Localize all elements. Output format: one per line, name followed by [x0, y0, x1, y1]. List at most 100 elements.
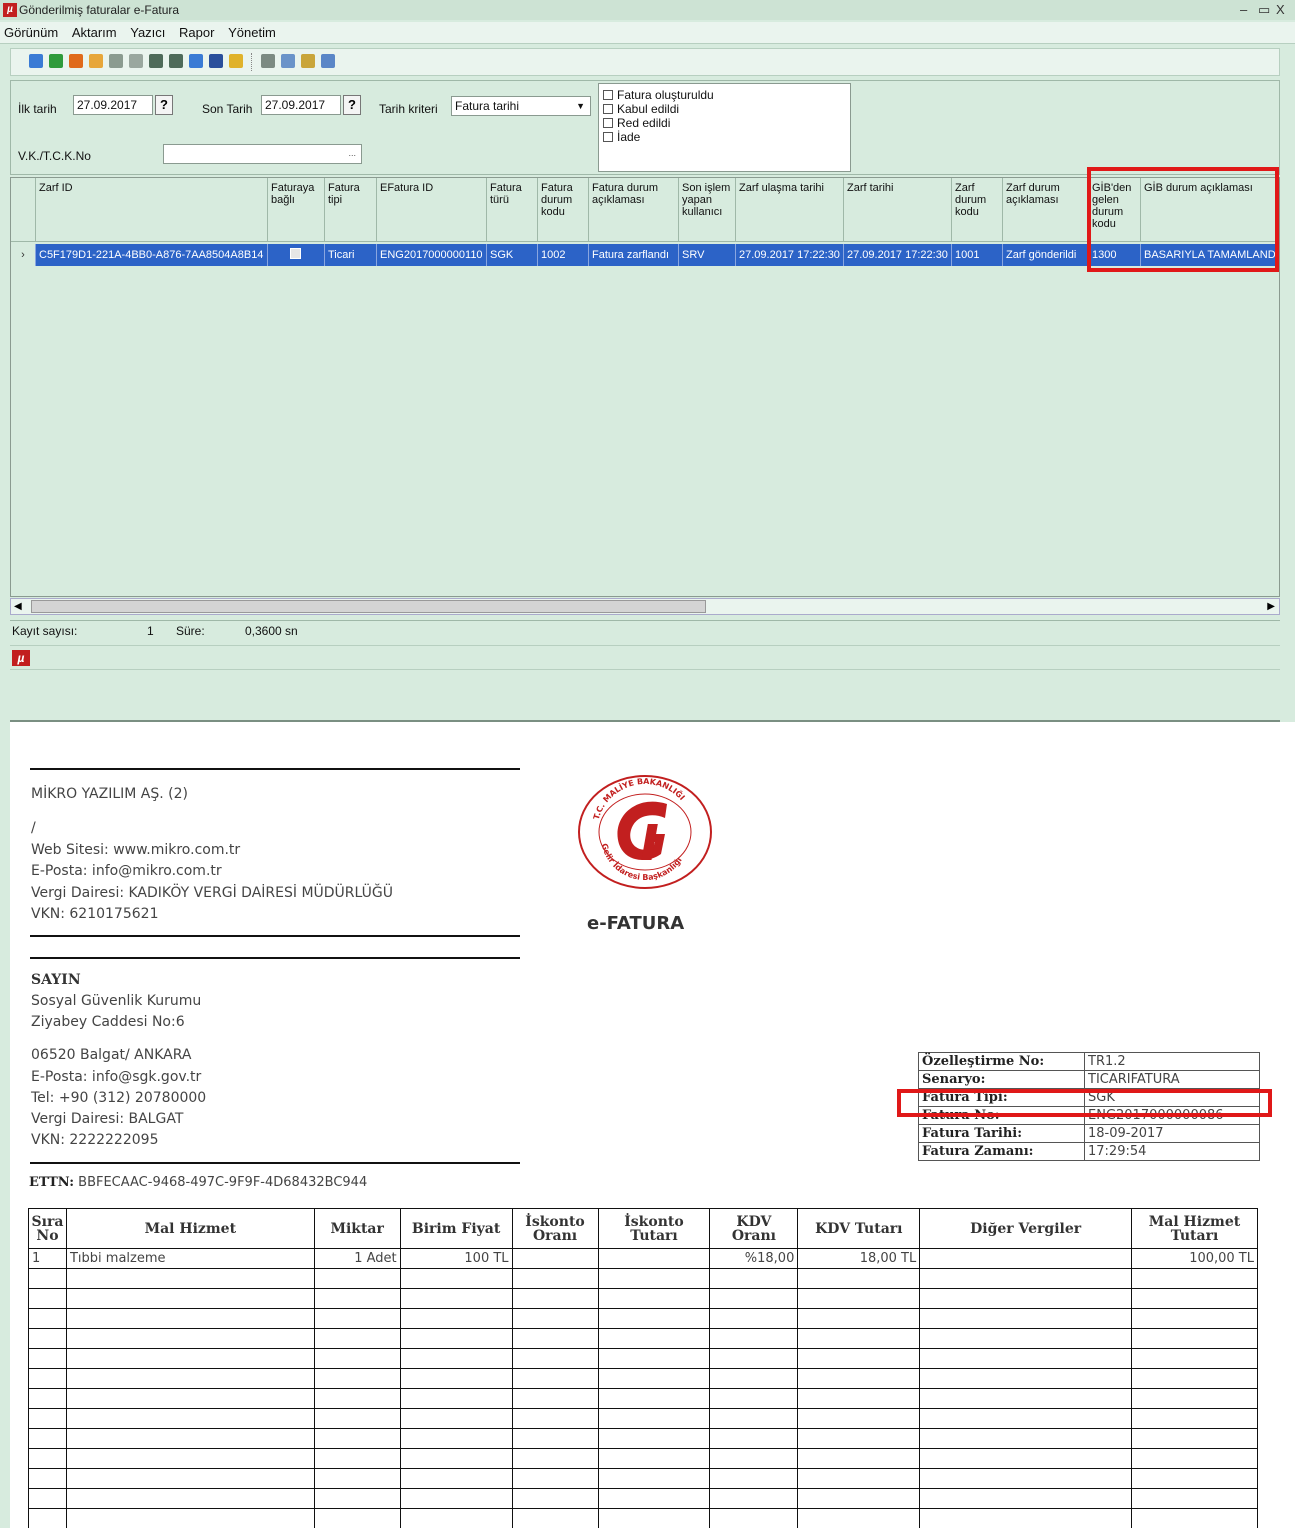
tarih-kriteri-label: Tarih kriteri: [379, 102, 438, 116]
save-icon[interactable]: [209, 54, 223, 68]
table-cell: [313, 1388, 401, 1409]
cell-fatura-durum-aciklamasi: Fatura zarflandı: [589, 244, 679, 266]
close-button[interactable]: X: [1276, 0, 1285, 20]
ilk-tarih-input[interactable]: 27.09.2017: [73, 95, 153, 115]
table-cell: 1: [28, 1248, 67, 1269]
list-icon[interactable]: [69, 54, 83, 68]
header-efatura-id[interactable]: EFatura ID: [377, 178, 487, 242]
maximize-button[interactable]: ▭: [1258, 0, 1270, 20]
table-row: [28, 1388, 1258, 1409]
header-fatura-tipi[interactable]: Fatura tipi: [325, 178, 377, 242]
table-cell: [919, 1348, 1133, 1369]
print-icon[interactable]: [261, 54, 275, 68]
export-icon[interactable]: [229, 54, 243, 68]
print-preview-icon[interactable]: [281, 54, 295, 68]
menu-gorunum[interactable]: Görünüm: [4, 22, 58, 44]
checkbox-icon: [290, 248, 301, 259]
scroll-left-icon[interactable]: ◀: [14, 599, 22, 614]
tree-icon[interactable]: [109, 54, 123, 68]
checkbox-icon: [603, 132, 613, 142]
table-cell: [797, 1508, 921, 1528]
columns-icon[interactable]: [129, 54, 143, 68]
header-fatura-durum-kodu[interactable]: Fatura durum kodu: [538, 178, 589, 242]
buyer-phone: Tel: +90 (312) 20780000: [31, 1090, 207, 1106]
menu-yazici[interactable]: Yazıcı: [130, 22, 165, 44]
horizontal-scrollbar[interactable]: ◀ ▶: [10, 598, 1280, 615]
header-son-islem[interactable]: Son işlem yapan kullanıcı: [679, 178, 736, 242]
table-cell: [1131, 1448, 1258, 1469]
table-cell: [797, 1388, 921, 1409]
info-row: Özelleştirme No: TR1.2: [918, 1052, 1260, 1071]
menu-yonetim[interactable]: Yönetim: [228, 22, 276, 44]
select-icon[interactable]: [321, 54, 335, 68]
info-value: 17:29:54: [1084, 1142, 1260, 1161]
table-cell: [313, 1468, 401, 1489]
table-cell: Tıbbi malzeme: [65, 1248, 315, 1269]
status-option-red[interactable]: Red edildi: [603, 116, 670, 130]
table-cell: [65, 1368, 315, 1389]
table-cell: [919, 1288, 1133, 1309]
header-zarf-id[interactable]: Zarf ID: [36, 178, 268, 242]
ilk-tarih-help-button[interactable]: ?: [155, 95, 173, 115]
son-tarih-input[interactable]: 27.09.2017: [261, 95, 341, 115]
preview-panel-header: µ: [10, 645, 1280, 670]
table-cell: [1131, 1368, 1258, 1389]
table-cell: [65, 1388, 315, 1409]
filter-icon[interactable]: [149, 54, 163, 68]
vkn-ellipsis-button[interactable]: ...: [348, 144, 356, 162]
status-option-iade[interactable]: İade: [603, 130, 640, 144]
minimize-button[interactable]: –: [1240, 0, 1247, 20]
table-cell: [709, 1368, 799, 1389]
table-cell: [597, 1488, 711, 1509]
table-cell: [65, 1428, 315, 1449]
scroll-right-icon[interactable]: ▶: [1267, 599, 1275, 614]
ettn-value: BBFECAAC-9468-497C-9F9F-4D68432BC944: [78, 1175, 368, 1190]
col-iskonto-tutari: İskonto Tutarı: [597, 1208, 711, 1249]
cell-efatura-id: ENG2017000000110: [377, 244, 487, 266]
table-cell: [919, 1488, 1133, 1509]
table-cell: [797, 1408, 921, 1429]
app-window: µ Gönderilmiş faturalar e-Fatura – ▭ X G…: [0, 0, 1295, 1528]
grid-settings-icon[interactable]: [189, 54, 203, 68]
header-fatura-turu[interactable]: Fatura türü: [487, 178, 538, 242]
table-cell: [797, 1488, 921, 1509]
table-cell: [399, 1288, 513, 1309]
menu-aktarim[interactable]: Aktarım: [72, 22, 117, 44]
search-icon[interactable]: [301, 54, 315, 68]
table-cell: [1131, 1508, 1258, 1528]
son-tarih-help-button[interactable]: ?: [343, 95, 361, 115]
divider: [30, 768, 520, 770]
highlight-box: [897, 1089, 1272, 1117]
header-zarf-durum-aciklamasi[interactable]: Zarf durum açıklaması: [1003, 178, 1089, 242]
status-option-kabul[interactable]: Kabul edildi: [603, 102, 679, 116]
download-icon[interactable]: [49, 54, 63, 68]
table-cell: [65, 1448, 315, 1469]
header-zarf-ulasma-tarihi[interactable]: Zarf ulaşma tarihi: [736, 178, 844, 242]
table-cell: %18,00: [709, 1248, 799, 1269]
menu-rapor[interactable]: Rapor: [179, 22, 214, 44]
table-cell: [797, 1328, 921, 1349]
filter-clear-icon[interactable]: [169, 54, 183, 68]
info-key: Senaryo:: [918, 1070, 1085, 1089]
header-fatura-durum-aciklamasi[interactable]: Fatura durum açıklaması: [589, 178, 679, 242]
table-cell: [511, 1288, 599, 1309]
info-row: Fatura Tarihi: 18-09-2017: [918, 1124, 1260, 1143]
table-cell: [709, 1508, 799, 1528]
seller-name: MİKRO YAZILIM AŞ. (2): [31, 786, 189, 802]
cell-faturaya-bagli[interactable]: [268, 244, 325, 266]
header-zarf-durum-kodu[interactable]: Zarf durum kodu: [952, 178, 1003, 242]
header-faturaya-bagli[interactable]: Faturaya bağlı: [268, 178, 325, 242]
table-cell: [919, 1508, 1133, 1528]
ilk-tarih-label: İlk tarih: [18, 102, 57, 116]
scrollbar-thumb[interactable]: [31, 600, 706, 613]
refresh-icon[interactable]: [29, 54, 43, 68]
table-icon[interactable]: [89, 54, 103, 68]
header-zarf-tarihi[interactable]: Zarf tarihi: [844, 178, 952, 242]
cell-zarf-tarihi: 27.09.2017 17:22:30: [844, 244, 952, 266]
info-value: 18-09-2017: [1084, 1124, 1260, 1143]
vkn-input[interactable]: ...: [163, 144, 362, 164]
tarih-kriteri-select[interactable]: Fatura tarihi ▼: [451, 96, 591, 116]
table-cell: [511, 1348, 599, 1369]
col-iskonto-orani: İskonto Oranı: [511, 1208, 599, 1249]
status-option-olusturuldu[interactable]: Fatura oluşturuldu: [603, 88, 714, 102]
